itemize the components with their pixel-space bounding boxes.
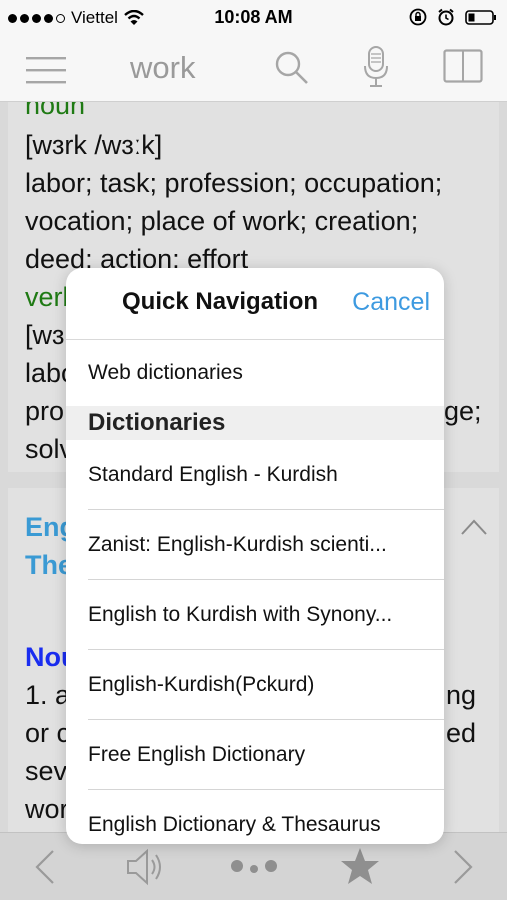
dictionary-item[interactable]: Zanist: English-Kurdish scienti...: [66, 510, 444, 580]
noun-line-2: or c: [25, 718, 71, 748]
status-right: [409, 8, 497, 26]
collapse-chevron-icon[interactable]: [460, 518, 488, 536]
dictionary-item-label: Zanist: English-Kurdish scienti...: [88, 533, 387, 556]
web-dictionaries-item[interactable]: Web dictionaries: [66, 340, 444, 406]
verb-line-2-end: ge;: [444, 396, 482, 426]
noun-line-3: sev: [25, 756, 68, 786]
forward-icon[interactable]: [452, 849, 474, 885]
search-icon[interactable]: [274, 50, 310, 86]
noun-line-1: 1. a: [25, 680, 71, 710]
microphone-icon[interactable]: [362, 46, 390, 88]
definition-line-1: labor; task; profession; occupation;: [25, 168, 443, 198]
back-icon[interactable]: [34, 849, 56, 885]
alarm-icon: [438, 8, 454, 26]
status-bar: Viettel 10:08 AM: [0, 0, 507, 36]
popover-title: Quick Navigation: [122, 288, 319, 315]
speaker-icon[interactable]: [126, 848, 166, 886]
noun-line-1-end: ng: [446, 680, 477, 710]
book-icon[interactable]: [443, 49, 483, 83]
menu-icon[interactable]: [26, 56, 66, 84]
web-dictionaries-label: Web dictionaries: [88, 361, 243, 384]
dictionary-item-label: Standard English - Kurdish: [88, 463, 338, 486]
dictionary-item-label: English-Kurdish(Pckurd): [88, 673, 315, 696]
dictionary-item[interactable]: English Dictionary & Thesaurus: [66, 790, 444, 844]
search-word[interactable]: work: [130, 50, 195, 86]
popover-header: Quick Navigation Cancel: [66, 268, 444, 340]
dictionary-item-label: Free English Dictionary: [88, 743, 306, 766]
battery-icon: [465, 9, 496, 25]
verb-line-2: pro: [25, 396, 65, 426]
dictionary-item-label: English to Kurdish with Synony...: [88, 603, 393, 626]
dictionaries-section-header: Dictionaries: [66, 406, 444, 440]
definition-line-2: vocation; place of work; creation;: [25, 206, 419, 236]
pronunciation: [wɜrk /wɜːk]: [25, 130, 163, 160]
noun-line-4: wor: [25, 794, 69, 824]
more-icon[interactable]: [230, 859, 278, 873]
noun-line-2-end: ed: [446, 718, 477, 748]
dictionary-item[interactable]: Standard English - Kurdish: [66, 440, 444, 510]
quick-navigation-popover: Quick Navigation Cancel Web dictionaries…: [66, 268, 444, 844]
pos-noun: noun: [25, 102, 86, 120]
top-toolbar: work: [0, 36, 507, 102]
pronunciation-verb: [wɜ: [25, 320, 65, 350]
dictionary-item[interactable]: English to Kurdish with Synony...: [66, 580, 444, 650]
cancel-button[interactable]: Cancel: [352, 288, 430, 317]
star-icon[interactable]: [340, 847, 380, 885]
dictionary-item[interactable]: English-Kurdish(Pckurd): [66, 650, 444, 720]
dictionary-item[interactable]: Free English Dictionary: [66, 720, 444, 790]
rotation-lock-icon: [409, 8, 427, 26]
dictionary-item-label: English Dictionary & Thesaurus: [88, 813, 381, 836]
